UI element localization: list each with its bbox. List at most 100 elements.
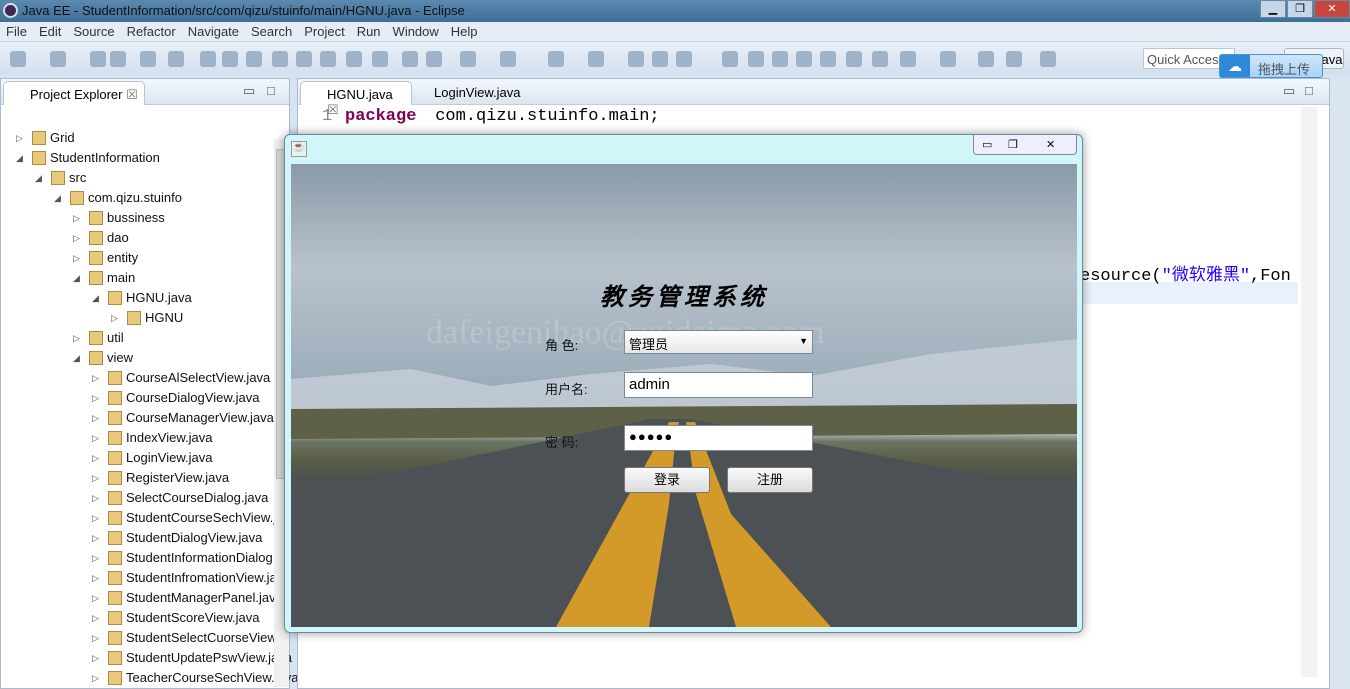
toolbar-button-icon[interactable] xyxy=(168,51,184,67)
collapsed-arrow-icon[interactable]: ▷ xyxy=(92,648,99,668)
collapsed-arrow-icon[interactable]: ▷ xyxy=(73,228,80,248)
toolbar-button-icon[interactable] xyxy=(796,51,812,67)
toolbar-button-icon[interactable] xyxy=(820,51,836,67)
expanded-arrow-icon[interactable]: ◢ xyxy=(35,168,42,188)
tab-hgnu-java[interactable]: HGNU.java ☒ xyxy=(300,81,412,117)
menu-navigate[interactable]: Navigate xyxy=(182,22,245,41)
toolbar-button-icon[interactable] xyxy=(772,51,788,67)
toolbar-button-icon[interactable] xyxy=(676,51,692,67)
close-button[interactable]: ✕ xyxy=(1314,0,1350,18)
collapsed-arrow-icon[interactable]: ▷ xyxy=(92,628,99,648)
dialog-restore-button[interactable]: ❐ xyxy=(1008,138,1018,151)
collapsed-arrow-icon[interactable]: ▷ xyxy=(92,388,99,408)
collapsed-arrow-icon[interactable]: ▷ xyxy=(92,568,99,588)
password-input[interactable]: ●●●●● xyxy=(624,425,813,451)
tree-item[interactable]: ▷ CourseAlSelectView.java xyxy=(92,368,270,388)
tree-item[interactable]: ▷ StudentSelectCuorseView xyxy=(92,628,277,648)
expanded-arrow-icon[interactable]: ◢ xyxy=(73,268,80,288)
toolbar-button-icon[interactable] xyxy=(588,51,604,67)
tree-item[interactable]: ▷ StudentManagerPanel.java xyxy=(92,588,283,608)
upload-button[interactable]: ☁ 拖拽上传 xyxy=(1219,54,1323,78)
register-button[interactable]: 注册 xyxy=(727,467,813,493)
toolbar-button-icon[interactable] xyxy=(50,51,66,67)
tree-item[interactable]: ▷ Grid xyxy=(16,128,75,148)
toolbar-button-icon[interactable] xyxy=(272,51,288,67)
tree-item[interactable]: ▷ RegisterView.java xyxy=(92,468,229,488)
collapsed-arrow-icon[interactable]: ▷ xyxy=(92,428,99,448)
collapsed-arrow-icon[interactable]: ▷ xyxy=(111,308,118,328)
toolbar-button-icon[interactable] xyxy=(846,51,862,67)
collapsed-arrow-icon[interactable]: ▷ xyxy=(16,128,23,148)
close-icon[interactable]: ☒ xyxy=(126,87,138,102)
tree-item[interactable]: ▷ util xyxy=(73,328,124,348)
toolbar-button-icon[interactable] xyxy=(200,51,216,67)
minimize-button[interactable]: ▁ xyxy=(1260,0,1286,18)
collapsed-arrow-icon[interactable]: ▷ xyxy=(92,548,99,568)
minimize-icon[interactable]: ▭ xyxy=(1283,83,1295,99)
tab-loginview-java[interactable]: LoginView.java xyxy=(416,85,521,100)
toolbar-button-icon[interactable] xyxy=(900,51,916,67)
toolbar-button-icon[interactable] xyxy=(246,51,262,67)
collapsed-arrow-icon[interactable]: ▷ xyxy=(92,668,99,688)
menu-run[interactable]: Run xyxy=(351,22,387,41)
toolbar-button-icon[interactable] xyxy=(426,51,442,67)
expanded-arrow-icon[interactable]: ◢ xyxy=(92,288,99,308)
collapsed-arrow-icon[interactable]: ▷ xyxy=(92,608,99,628)
toolbar-button-icon[interactable] xyxy=(500,51,516,67)
expanded-arrow-icon[interactable]: ◢ xyxy=(73,348,80,368)
menu-file[interactable]: File xyxy=(0,22,33,41)
menu-help[interactable]: Help xyxy=(445,22,484,41)
tree-item[interactable]: ▷ StudentInformationDialog xyxy=(92,548,273,568)
tree-item[interactable]: ▷ LoginView.java xyxy=(92,448,213,468)
tree-item[interactable]: ◢ HGNU.java xyxy=(92,288,192,308)
collapsed-arrow-icon[interactable]: ▷ xyxy=(92,408,99,428)
tree-item[interactable]: ◢ com.qizu.stuinfo xyxy=(54,188,182,208)
tree-item[interactable]: ▷ SelectCourseDialog.java xyxy=(92,488,268,508)
tree-item[interactable]: ▷ entity xyxy=(73,248,138,268)
collapsed-arrow-icon[interactable]: ▷ xyxy=(73,208,80,228)
toolbar-button-icon[interactable] xyxy=(748,51,764,67)
tree-item[interactable]: ▷ CourseManagerView.java xyxy=(92,408,274,428)
collapsed-arrow-icon[interactable]: ▷ xyxy=(73,328,80,348)
toolbar-button-icon[interactable] xyxy=(628,51,644,67)
toolbar-button-icon[interactable] xyxy=(940,51,956,67)
role-select[interactable]: 管理员 ▼ xyxy=(624,330,813,354)
tree-item[interactable]: ▷ HGNU xyxy=(111,308,183,328)
maximize-icon[interactable]: □ xyxy=(1305,83,1313,98)
toolbar-button-icon[interactable] xyxy=(140,51,156,67)
collapsed-arrow-icon[interactable]: ▷ xyxy=(92,528,99,548)
dialog-minimize-button[interactable]: ▭ xyxy=(982,138,992,151)
tree-item[interactable]: ▷ StudentUpdatePswView.java xyxy=(92,648,292,668)
minimize-icon[interactable]: ▭ xyxy=(243,83,255,99)
collapsed-arrow-icon[interactable]: ▷ xyxy=(92,488,99,508)
toolbar-button-icon[interactable] xyxy=(110,51,126,67)
toolbar-button-icon[interactable] xyxy=(222,51,238,67)
maximize-icon[interactable]: □ xyxy=(267,83,275,98)
expanded-arrow-icon[interactable]: ◢ xyxy=(54,188,61,208)
menu-window[interactable]: Window xyxy=(387,22,445,41)
tree-item[interactable]: ◢ main xyxy=(73,268,135,288)
tree-item[interactable]: ▷ StudentCourseSechView.java xyxy=(92,508,297,528)
toolbar-button-icon[interactable] xyxy=(978,51,994,67)
tree-item[interactable]: ▷ StudentScoreView.java xyxy=(92,608,259,628)
editor-scrollbar[interactable] xyxy=(1301,107,1317,677)
collapsed-arrow-icon[interactable]: ▷ xyxy=(73,248,80,268)
tree-item[interactable]: ▷ CourseDialogView.java xyxy=(92,388,259,408)
toolbar-button-icon[interactable] xyxy=(90,51,106,67)
tree-item[interactable]: ▷ bussiness xyxy=(73,208,165,228)
menu-project[interactable]: Project xyxy=(298,22,350,41)
login-button[interactable]: 登录 xyxy=(624,467,710,493)
toolbar-button-icon[interactable] xyxy=(460,51,476,67)
toolbar-button-icon[interactable] xyxy=(296,51,312,67)
menu-refactor[interactable]: Refactor xyxy=(121,22,182,41)
tree-item[interactable]: ▷ TeacherCourseSechView.java xyxy=(92,668,298,688)
toolbar-button-icon[interactable] xyxy=(872,51,888,67)
collapsed-arrow-icon[interactable]: ▷ xyxy=(92,468,99,488)
restore-button[interactable]: ❐ xyxy=(1287,0,1313,18)
collapsed-arrow-icon[interactable]: ▷ xyxy=(92,508,99,528)
tree-item[interactable]: ◢ src xyxy=(35,168,86,188)
tree-item[interactable]: ◢ StudentInformation xyxy=(16,148,160,168)
toolbar-button-icon[interactable] xyxy=(320,51,336,67)
toolbar-button-icon[interactable] xyxy=(722,51,738,67)
tree-item[interactable]: ◢ view xyxy=(73,348,133,368)
